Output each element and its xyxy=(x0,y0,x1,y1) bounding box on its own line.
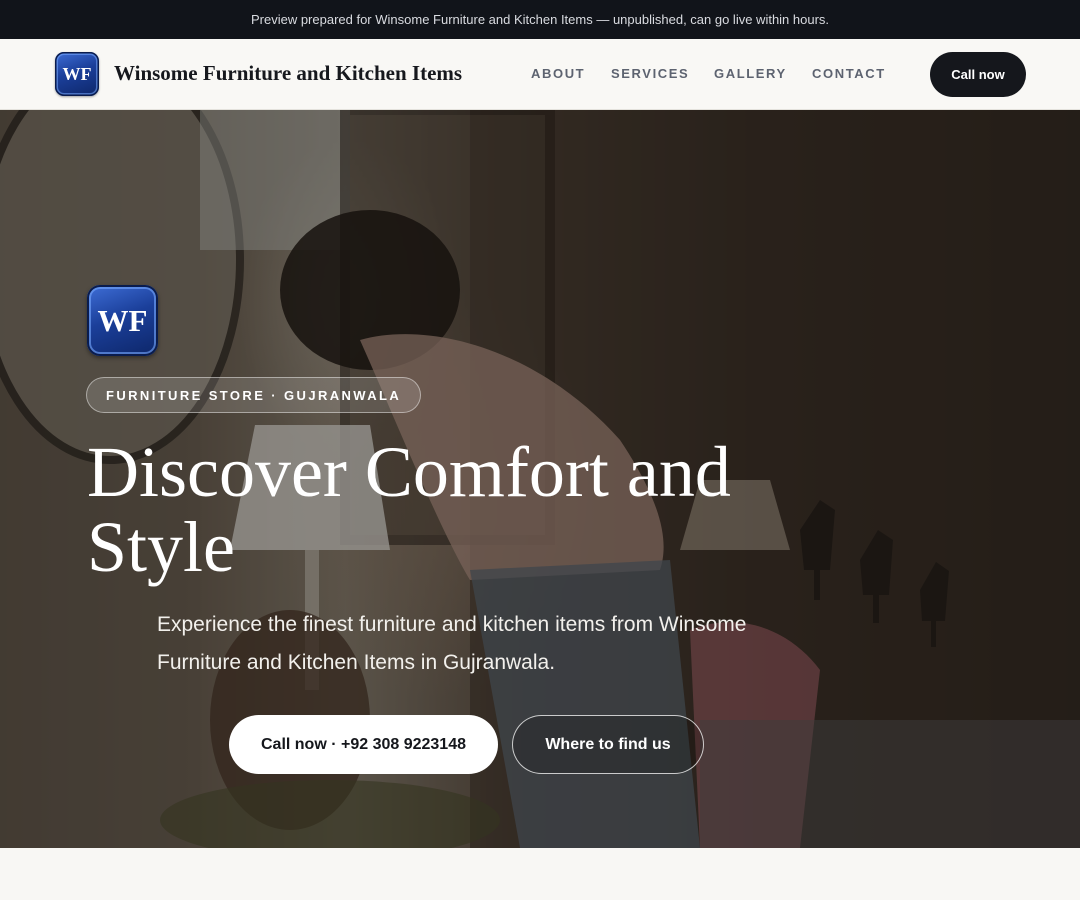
category-location-pill: FURNITURE STORE · GUJRANWALA xyxy=(86,377,422,413)
hero-title: Discover Comfort and Style xyxy=(87,432,731,587)
brand-name[interactable]: Winsome Furniture and Kitchen Items xyxy=(114,61,462,86)
nav-link-about[interactable]: ABOUT xyxy=(531,66,585,81)
nav-link-gallery[interactable]: GALLERY xyxy=(714,66,787,81)
nav-link-contact[interactable]: CONTACT xyxy=(812,66,886,81)
hero-subtitle: Experience the finest furniture and kitc… xyxy=(157,613,747,674)
next-section xyxy=(0,848,1080,900)
preview-banner-text: Preview prepared for Winsome Furniture a… xyxy=(250,12,830,27)
logo-badge[interactable]: WF xyxy=(55,52,99,96)
hero-logo-badge: WF xyxy=(87,285,158,356)
call-now-phone-button[interactable]: Call now · +92 308 9223148 xyxy=(229,715,498,774)
site-header: WF Winsome Furniture and Kitchen Items A… xyxy=(0,39,1080,110)
preview-banner: Preview prepared for Winsome Furniture a… xyxy=(0,0,1080,39)
logo-text: WF xyxy=(62,63,92,84)
hero-logo-text: WF xyxy=(97,302,148,338)
header-call-button[interactable]: Call now xyxy=(930,52,1026,97)
hero-section: WF FURNITURE STORE · GUJRANWALA Discover… xyxy=(0,110,1080,848)
where-to-find-us-button[interactable]: Where to find us xyxy=(512,715,704,774)
nav-link-services[interactable]: SERVICES xyxy=(611,66,689,81)
